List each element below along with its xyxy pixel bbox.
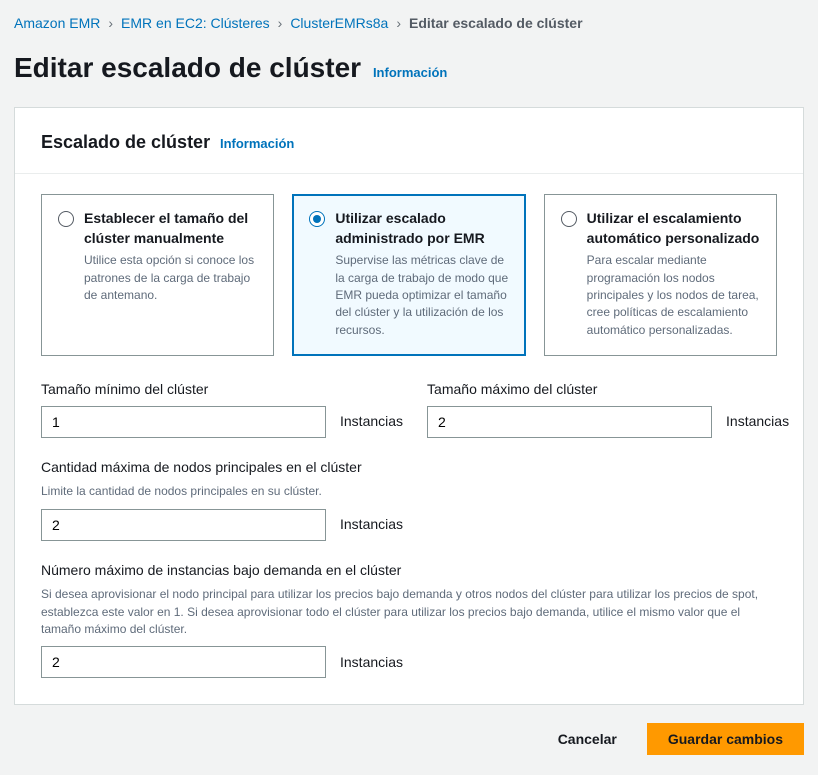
field-label: Cantidad máxima de nodos principales en … [41, 458, 777, 478]
unit-label: Instancias [726, 412, 789, 432]
breadcrumb-current: Editar escalado de clúster [409, 14, 583, 34]
option-title: Utilizar escalado administrado por EMR [335, 209, 508, 248]
min-size-input[interactable] [41, 406, 326, 438]
chevron-right-icon: › [108, 14, 113, 34]
option-title: Establecer el tamaño del clúster manualm… [84, 209, 257, 248]
radio-icon [58, 211, 74, 227]
ondemand-field: Número máximo de instancias bajo demanda… [41, 561, 777, 679]
field-help: Si desea aprovisionar el nodo principal … [41, 586, 777, 638]
unit-label: Instancias [340, 412, 403, 432]
breadcrumb-link[interactable]: Amazon EMR [14, 14, 100, 34]
save-button[interactable]: Guardar cambios [647, 723, 804, 755]
option-desc: Supervise las métricas clave de la carga… [335, 252, 508, 339]
core-nodes-field: Cantidad máxima de nodos principales en … [41, 458, 777, 541]
chevron-right-icon: › [278, 14, 283, 34]
divider [15, 173, 803, 174]
info-link[interactable]: Información [373, 65, 447, 80]
field-label: Tamaño mínimo del clúster [41, 380, 403, 400]
field-label: Número máximo de instancias bajo demanda… [41, 561, 777, 581]
unit-label: Instancias [340, 515, 403, 535]
cancel-button[interactable]: Cancelar [538, 723, 637, 755]
scaling-panel: Escalado de clúster Información Establec… [14, 107, 804, 706]
unit-label: Instancias [340, 653, 403, 673]
min-size-field: Tamaño mínimo del clúster Instancias [41, 380, 403, 438]
breadcrumb-link[interactable]: EMR en EC2: Clústeres [121, 14, 270, 34]
option-title: Utilizar el escalamiento automático pers… [587, 209, 760, 248]
option-manual[interactable]: Establecer el tamaño del clúster manualm… [41, 194, 274, 356]
panel-info-link[interactable]: Información [220, 136, 294, 151]
field-help: Limite la cantidad de nodos principales … [41, 483, 777, 500]
ondemand-input[interactable] [41, 646, 326, 678]
option-managed[interactable]: Utilizar escalado administrado por EMR S… [292, 194, 525, 356]
scaling-options: Establecer el tamaño del clúster manualm… [41, 194, 777, 356]
breadcrumb: Amazon EMR › EMR en EC2: Clústeres › Clu… [14, 14, 804, 34]
panel-title: Escalado de clúster [41, 130, 210, 155]
option-desc: Utilice esta opción si conoce los patron… [84, 252, 257, 304]
breadcrumb-link[interactable]: ClusterEMRs8a [290, 14, 388, 34]
radio-icon [561, 211, 577, 227]
chevron-right-icon: › [396, 14, 401, 34]
page-title: Editar escalado de clúster [14, 48, 361, 87]
core-nodes-input[interactable] [41, 509, 326, 541]
action-bar: Cancelar Guardar cambios [14, 723, 804, 755]
radio-icon [309, 211, 325, 227]
option-desc: Para escalar mediante programación los n… [587, 252, 760, 339]
max-size-field: Tamaño máximo del clúster Instancias [427, 380, 789, 438]
max-size-input[interactable] [427, 406, 712, 438]
option-custom[interactable]: Utilizar el escalamiento automático pers… [544, 194, 777, 356]
field-label: Tamaño máximo del clúster [427, 380, 789, 400]
